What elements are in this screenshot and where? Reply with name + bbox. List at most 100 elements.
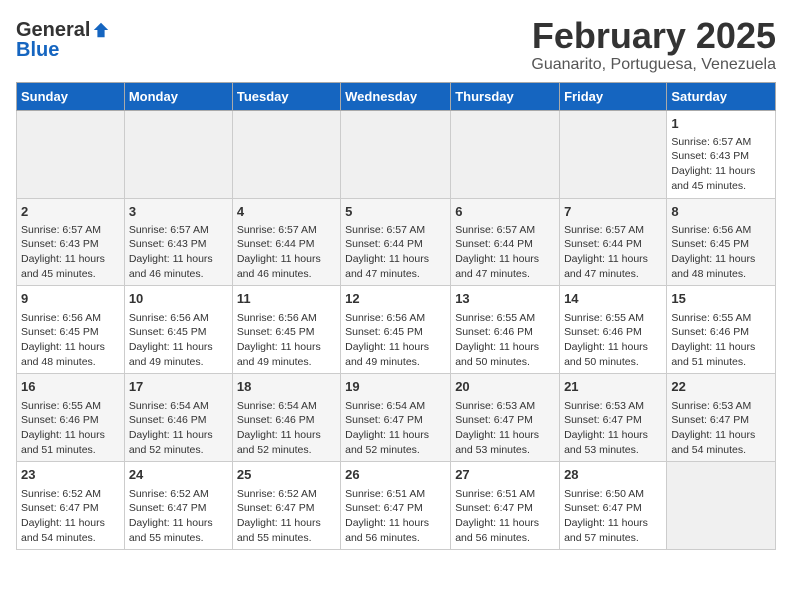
week-row-1: 2 Sunrise: 6:57 AM Sunset: 6:43 PM Daylight… <box>17 198 776 286</box>
header: General Blue February 2025 Guanarito, Po… <box>16 16 776 74</box>
sunrise-text: Sunrise: 6:50 AM <box>564 488 644 500</box>
day-number: 27 <box>455 466 555 484</box>
calendar-cell: 25Sunrise: 6:52 AMSunset: 6:47 PMDayligh… <box>232 462 340 550</box>
week-row-4: 23Sunrise: 6:52 AMSunset: 6:47 PMDayligh… <box>17 462 776 550</box>
sunset-text: Sunset: 6:43 PM <box>671 150 749 162</box>
day-number: 10 <box>129 290 228 308</box>
day-number: 13 <box>455 290 555 308</box>
calendar-cell: 9Sunrise: 6:56 AMSunset: 6:45 PMDaylight… <box>17 286 125 374</box>
calendar-cell <box>232 110 340 198</box>
daylight-text: Daylight: 11 hours and 50 minutes. <box>564 341 648 368</box>
daylight-text: Daylight: 11 hours and 51 minutes. <box>21 429 105 456</box>
calendar-cell: 10Sunrise: 6:56 AMSunset: 6:45 PMDayligh… <box>124 286 232 374</box>
sunrise-text: Sunrise: 6:53 AM <box>671 400 751 412</box>
daylight-text: Daylight: 11 hours and 57 minutes. <box>564 517 648 544</box>
daylight-text: Daylight: 11 hours and 53 minutes. <box>564 429 648 456</box>
daylight-text: Daylight: 11 hours and 47 minutes. <box>564 253 648 280</box>
calendar-cell: 8Sunrise: 6:56 AMSunset: 6:45 PMDaylight… <box>667 198 776 286</box>
sunrise-text: Sunrise: 6:56 AM <box>21 312 101 324</box>
logo-blue-text: Blue <box>16 40 59 60</box>
daylight-text: Daylight: 11 hours and 56 minutes. <box>455 517 539 544</box>
location-title: Guanarito, Portuguesa, Venezuela <box>531 56 776 74</box>
weekday-header-saturday: Saturday <box>667 82 776 110</box>
day-number: 18 <box>237 378 336 396</box>
sunrise-text: Sunrise: 6:55 AM <box>671 312 751 324</box>
sunrise-text: Sunrise: 6:57 AM <box>21 224 101 236</box>
calendar-header: SundayMondayTuesdayWednesdayThursdayFrid… <box>17 82 776 110</box>
daylight-text: Daylight: 11 hours and 51 minutes. <box>671 341 755 368</box>
daylight-text: Daylight: 11 hours and 47 minutes. <box>455 253 539 280</box>
sunrise-text: Sunrise: 6:54 AM <box>237 400 317 412</box>
sunset-text: Sunset: 6:45 PM <box>345 326 423 338</box>
sunrise-text: Sunrise: 6:57 AM <box>237 224 317 236</box>
calendar-cell: 24Sunrise: 6:52 AMSunset: 6:47 PMDayligh… <box>124 462 232 550</box>
sunrise-text: Sunrise: 6:54 AM <box>129 400 209 412</box>
calendar-cell <box>667 462 776 550</box>
sunrise-text: Sunrise: 6:55 AM <box>564 312 644 324</box>
daylight-text: Daylight: 11 hours and 50 minutes. <box>455 341 539 368</box>
weekday-header-thursday: Thursday <box>451 82 560 110</box>
calendar-cell <box>341 110 451 198</box>
calendar-cell: 21Sunrise: 6:53 AMSunset: 6:47 PMDayligh… <box>560 374 667 462</box>
month-title: February 2025 <box>531 16 776 56</box>
sunset-text: Sunset: 6:43 PM <box>129 238 207 250</box>
calendar-cell: 23Sunrise: 6:52 AMSunset: 6:47 PMDayligh… <box>17 462 125 550</box>
sunrise-text: Sunrise: 6:57 AM <box>671 136 751 148</box>
calendar-cell: 26 Sunrise: 6:51 AM Sunset: 6:47 PM Dayligh… <box>341 462 451 550</box>
calendar-body: 1Sunrise: 6:57 AMSunset: 6:43 PMDaylight… <box>17 110 776 550</box>
calendar-cell: 13Sunrise: 6:55 AMSunset: 6:46 PMDayligh… <box>451 286 560 374</box>
daylight-text: Daylight: 11 hours and 54 minutes. <box>671 429 755 456</box>
calendar-cell <box>124 110 232 198</box>
day-number: 16 <box>21 378 120 396</box>
sunset-text: Sunset: 6:45 PM <box>129 326 207 338</box>
weekday-row: SundayMondayTuesdayWednesdayThursdayFrid… <box>17 82 776 110</box>
day-number: 19 <box>345 378 446 396</box>
sunset-text: Sunset: 6:47 PM <box>564 502 642 514</box>
calendar-cell: 5Sunrise: 6:57 AMSunset: 6:44 PMDaylight… <box>341 198 451 286</box>
sunset-text: Sunset: 6:47 PM <box>237 502 315 514</box>
daylight-text: Daylight: 11 hours and 52 minutes. <box>345 429 429 456</box>
day-number: 7 <box>564 203 662 221</box>
week-row-2: 9Sunrise: 6:56 AMSunset: 6:45 PMDaylight… <box>17 286 776 374</box>
sunset-text: Sunset: 6:47 PM <box>345 502 423 514</box>
calendar-cell: 15Sunrise: 6:55 AMSunset: 6:46 PMDayligh… <box>667 286 776 374</box>
sunset-text: Sunset: 6:44 PM <box>455 238 533 250</box>
calendar-cell <box>451 110 560 198</box>
daylight-text: Daylight: 11 hours and 46 minutes. <box>129 253 213 280</box>
daylight-text: Daylight: 11 hours and 47 minutes. <box>345 253 429 280</box>
sunrise-text: Sunrise: 6:57 AM <box>564 224 644 236</box>
sunrise-text: Sunrise: 6:55 AM <box>21 400 101 412</box>
calendar-cell: 27Sunrise: 6:51 AMSunset: 6:47 PMDayligh… <box>451 462 560 550</box>
day-number: 2 <box>21 203 120 221</box>
calendar-cell: 3 Sunrise: 6:57 AM Sunset: 6:43 PM Daylight… <box>124 198 232 286</box>
calendar-cell: 18Sunrise: 6:54 AMSunset: 6:46 PMDayligh… <box>232 374 340 462</box>
daylight-text: Daylight: 11 hours and 56 minutes. <box>345 517 429 544</box>
day-number: 12 <box>345 290 446 308</box>
sunset-text: Sunset: 6:47 PM <box>564 414 642 426</box>
sunset-text: Sunset: 6:44 PM <box>564 238 642 250</box>
day-number: 26 <box>345 466 446 484</box>
sunrise-text: Sunrise: 6:57 AM <box>345 224 425 236</box>
sunrise-text: Sunrise: 6:56 AM <box>345 312 425 324</box>
calendar-cell: 7 Sunrise: 6:57 AM Sunset: 6:44 PM Daylight… <box>560 198 667 286</box>
day-number: 4 <box>237 203 336 221</box>
sunset-text: Sunset: 6:46 PM <box>564 326 642 338</box>
sunrise-text: Sunrise: 6:57 AM <box>129 224 209 236</box>
calendar-cell: 6Sunrise: 6:57 AMSunset: 6:44 PMDaylight… <box>451 198 560 286</box>
daylight-text: Daylight: 11 hours and 49 minutes. <box>237 341 321 368</box>
weekday-header-wednesday: Wednesday <box>341 82 451 110</box>
sunrise-text: Sunrise: 6:57 AM <box>455 224 535 236</box>
sunrise-text: Sunrise: 6:51 AM <box>345 488 425 500</box>
sunset-text: Sunset: 6:44 PM <box>237 238 315 250</box>
daylight-text: Daylight: 11 hours and 48 minutes. <box>21 341 105 368</box>
sunrise-text: Sunrise: 6:53 AM <box>455 400 535 412</box>
day-number: 8 <box>671 203 771 221</box>
day-number: 3 <box>129 203 228 221</box>
sunset-text: Sunset: 6:46 PM <box>671 326 749 338</box>
sunset-text: Sunset: 6:44 PM <box>345 238 423 250</box>
logo-icon <box>92 21 110 39</box>
daylight-text: Daylight: 11 hours and 46 minutes. <box>237 253 321 280</box>
calendar-cell: 4 Sunrise: 6:57 AM Sunset: 6:44 PM Daylight… <box>232 198 340 286</box>
sunrise-text: Sunrise: 6:56 AM <box>237 312 317 324</box>
daylight-text: Daylight: 11 hours and 52 minutes. <box>237 429 321 456</box>
